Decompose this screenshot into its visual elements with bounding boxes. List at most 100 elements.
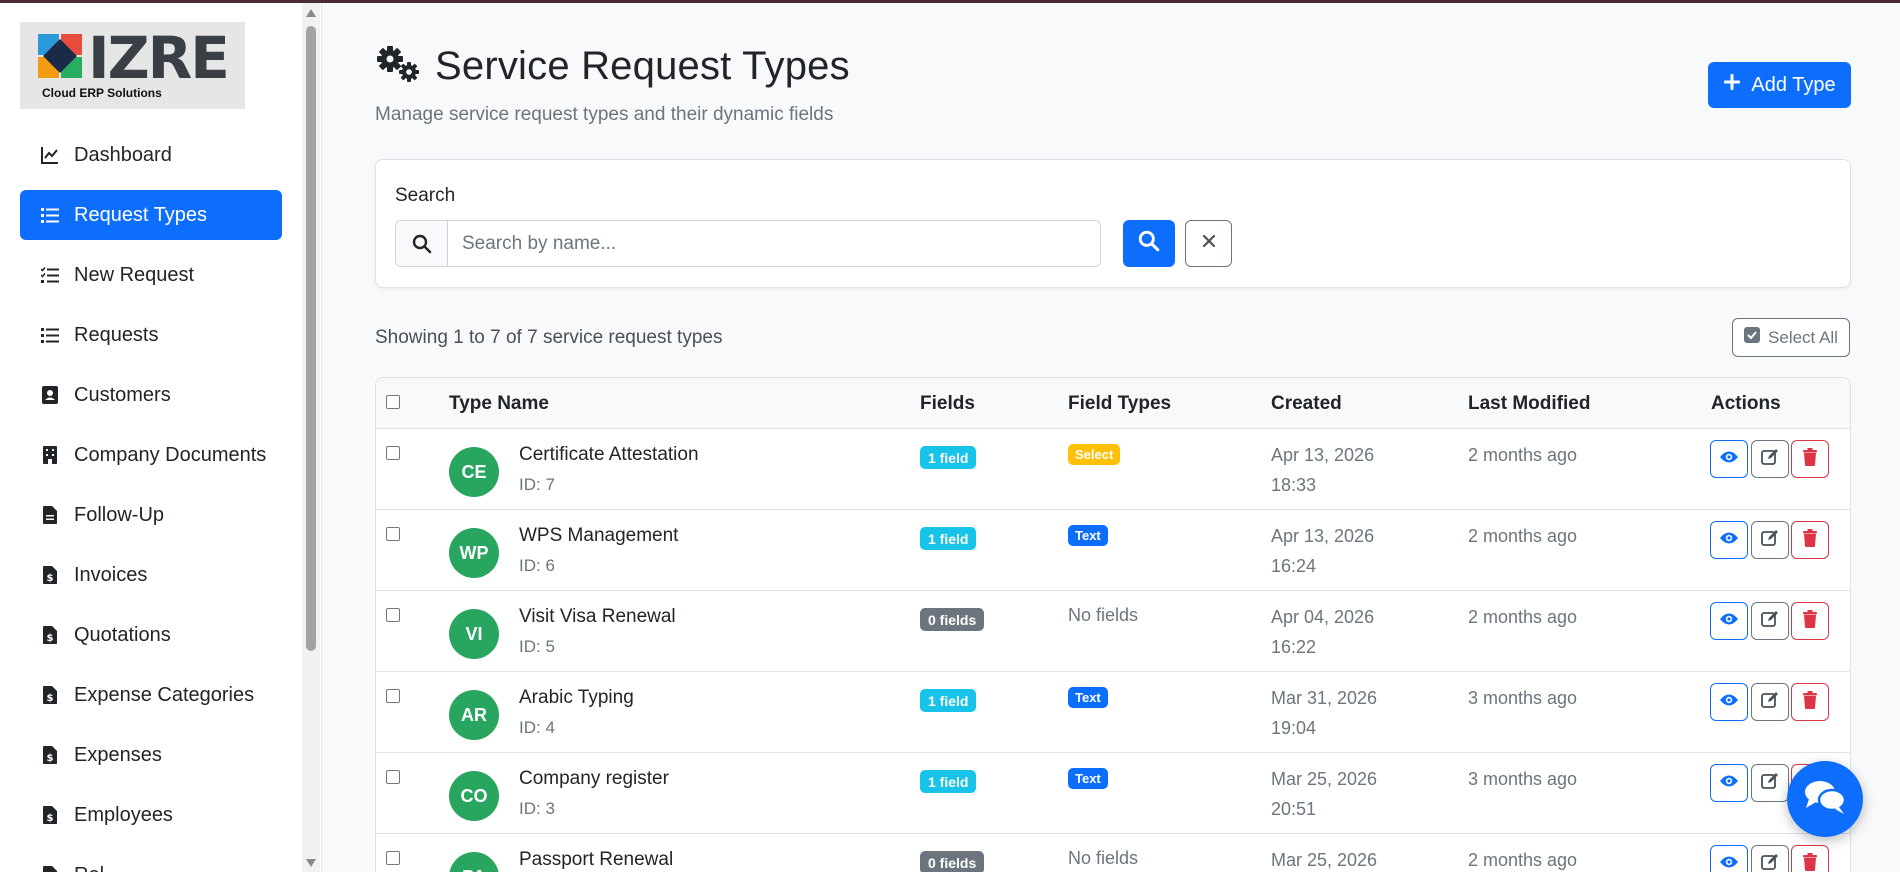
- trash-icon: [1802, 528, 1818, 552]
- request-types-table: Type Name Fields Field Types Created Las…: [375, 377, 1851, 872]
- fields-count-badge: 1 field: [920, 527, 977, 550]
- edit-button[interactable]: [1751, 602, 1789, 640]
- view-button[interactable]: [1710, 764, 1748, 802]
- view-button[interactable]: [1710, 845, 1748, 872]
- delete-button[interactable]: [1791, 845, 1829, 872]
- edit-button[interactable]: [1751, 521, 1789, 559]
- clear-search-button[interactable]: [1185, 220, 1232, 267]
- delete-button[interactable]: [1791, 521, 1829, 559]
- sidebar-nav: Dashboard Request Types New Request Request…: [20, 130, 282, 872]
- sidebar-item-label: Request Types: [74, 203, 208, 226]
- row-select-checkbox[interactable]: [386, 770, 400, 784]
- trash-icon: [1802, 447, 1818, 471]
- table-row: WP WPS Management ID: 6 1 field Text Apr 13, …: [376, 510, 1850, 591]
- file-invoice-dollar-icon: $: [40, 685, 60, 705]
- type-name: WPS Management: [519, 525, 679, 546]
- edit-button[interactable]: [1751, 683, 1789, 721]
- edit-button[interactable]: [1751, 845, 1789, 872]
- chat-button[interactable]: [1787, 761, 1863, 837]
- row-select-checkbox[interactable]: [386, 689, 400, 703]
- file-icon: [40, 505, 60, 525]
- created-time: 18:33: [1271, 475, 1317, 495]
- eye-icon: [1719, 612, 1739, 631]
- edit-icon: [1761, 772, 1779, 795]
- page-header: Service Request Types: [375, 44, 850, 89]
- sidebar-item-label: Requests: [74, 323, 159, 346]
- field-type-badge: Text: [1068, 687, 1108, 708]
- edit-icon: [1761, 448, 1779, 471]
- sidebar-scroll-thumb[interactable]: [306, 26, 316, 651]
- row-select-checkbox[interactable]: [386, 851, 400, 865]
- table-row: CO Company register ID: 3 1 field Text Mar 25…: [376, 753, 1850, 834]
- fields-count-badge: 0 fields: [920, 608, 985, 631]
- sidebar-item-rol[interactable]: $ Rol: [20, 850, 282, 872]
- delete-button[interactable]: [1791, 602, 1829, 640]
- last-modified: 3 months ago: [1468, 688, 1578, 708]
- sidebar-item-quotations[interactable]: $ Quotations: [20, 610, 282, 660]
- sidebar-item-employees[interactable]: $ Employees: [20, 790, 282, 840]
- sidebar-item-follow-up[interactable]: Follow-Up: [20, 490, 282, 540]
- sidebar-item-label: Quotations: [74, 623, 171, 646]
- created-date: Mar 25, 2026: [1271, 769, 1378, 789]
- sidebar-item-invoices[interactable]: $ Invoices: [20, 550, 282, 600]
- logo-mark-icon: [38, 34, 82, 78]
- page-title: Service Request Types: [435, 44, 850, 88]
- sidebar-item-expenses[interactable]: $ Expenses: [20, 730, 282, 780]
- scroll-down-arrow-icon[interactable]: [305, 858, 317, 868]
- delete-button[interactable]: [1791, 683, 1829, 721]
- results-summary: Showing 1 to 7 of 7 service request type…: [375, 327, 723, 348]
- created-date: Apr 13, 2026: [1271, 445, 1375, 465]
- search-label: Search: [395, 185, 456, 206]
- edit-button[interactable]: [1751, 440, 1789, 478]
- sidebar-item-dashboard[interactable]: Dashboard: [20, 130, 282, 180]
- sidebar-item-company-documents[interactable]: Company Documents: [20, 430, 282, 480]
- search-button[interactable]: [1123, 220, 1175, 267]
- search-icon: [396, 221, 448, 266]
- list-icon: [40, 205, 60, 225]
- row-select-checkbox[interactable]: [386, 608, 400, 622]
- table-row: VI Visit Visa Renewal ID: 5 0 fields No fiel…: [376, 591, 1850, 672]
- last-modified: 3 months ago: [1468, 769, 1578, 789]
- svg-text:$: $: [47, 753, 54, 764]
- sidebar-item-request-types[interactable]: Request Types: [20, 190, 282, 240]
- top-accent-line: [0, 0, 1900, 3]
- edit-button[interactable]: [1751, 764, 1789, 802]
- sidebar-item-expense-categories[interactable]: $ Expense Categories: [20, 670, 282, 720]
- header-select-checkbox[interactable]: [386, 395, 400, 409]
- delete-button[interactable]: [1791, 440, 1829, 478]
- sidebar-item-customers[interactable]: Customers: [20, 370, 282, 420]
- scroll-up-arrow-icon[interactable]: [305, 8, 317, 18]
- row-select-checkbox[interactable]: [386, 527, 400, 541]
- search-input[interactable]: [448, 221, 1100, 266]
- view-button[interactable]: [1710, 521, 1748, 559]
- column-header: Type Name: [449, 393, 549, 414]
- sidebar-item-label: Invoices: [74, 563, 148, 586]
- view-button[interactable]: [1710, 683, 1748, 721]
- plus-icon: [1723, 73, 1741, 97]
- column-header: Fields: [920, 393, 975, 414]
- sidebar-item-requests[interactable]: Requests: [20, 310, 282, 360]
- view-button[interactable]: [1710, 602, 1748, 640]
- sidebar-item-new-request[interactable]: New Request: [20, 250, 282, 300]
- page-subtitle: Manage service request types and their d…: [375, 104, 834, 125]
- file-invoice-dollar-icon: $: [40, 625, 60, 645]
- view-button[interactable]: [1710, 440, 1748, 478]
- column-header: Actions: [1711, 393, 1781, 414]
- sidebar-item-label: Rol: [74, 864, 104, 872]
- trash-icon: [1802, 690, 1818, 714]
- type-name: Arabic Typing: [519, 687, 634, 708]
- add-type-button[interactable]: Add Type: [1708, 62, 1851, 108]
- last-modified: 2 months ago: [1468, 445, 1578, 465]
- created-date: Apr 04, 2026: [1271, 607, 1375, 627]
- eye-icon: [1719, 531, 1739, 550]
- eye-icon: [1719, 855, 1739, 872]
- type-name: Company register: [519, 768, 669, 789]
- type-avatar: WP: [449, 528, 499, 578]
- row-select-checkbox[interactable]: [386, 446, 400, 460]
- no-fields-text: No fields: [1068, 605, 1139, 625]
- app-logo[interactable]: IZRE Cloud ERP Solutions: [20, 22, 245, 109]
- select-all-button[interactable]: Select All: [1732, 318, 1850, 357]
- add-type-label: Add Type: [1751, 73, 1836, 96]
- last-modified: 2 months ago: [1468, 850, 1578, 870]
- edit-icon: [1761, 610, 1779, 633]
